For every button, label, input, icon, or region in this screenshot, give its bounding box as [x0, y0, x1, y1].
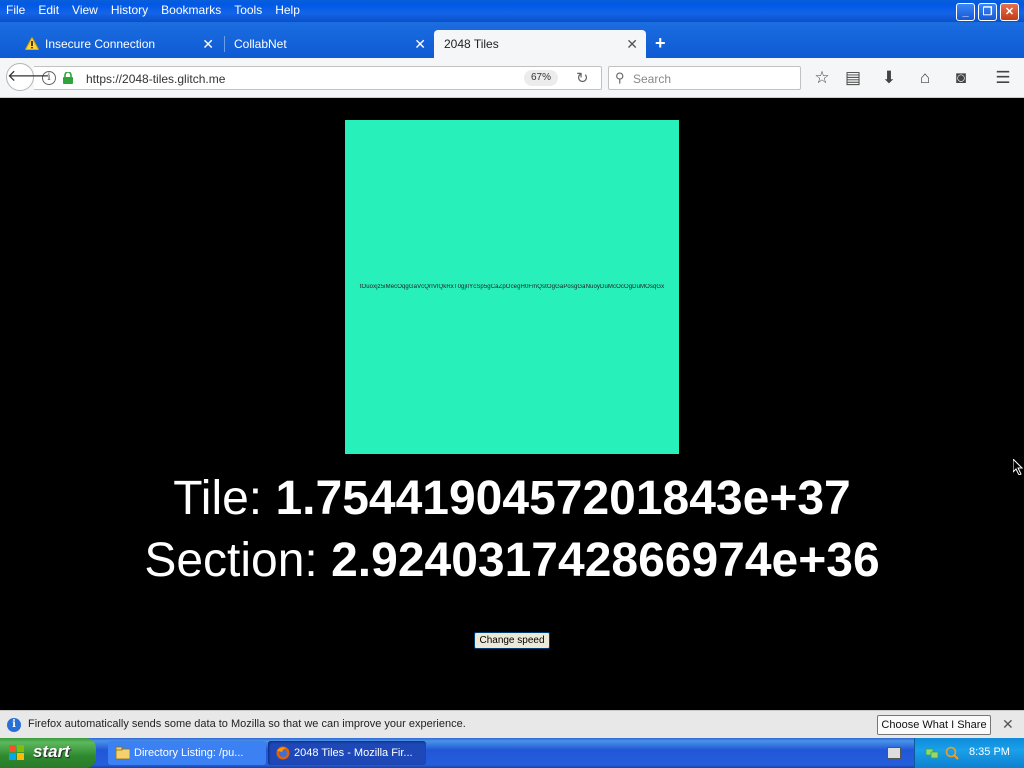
network-icon[interactable]	[925, 746, 939, 760]
tab-label: CollabNet	[234, 37, 287, 51]
tab-label: Insecure Connection	[45, 37, 156, 51]
firefox-icon	[276, 746, 290, 760]
start-button[interactable]: start	[0, 738, 96, 768]
section-count-line: Section: 2.924031742866974e+36	[0, 532, 1024, 590]
system-tray: 8:35 PM	[914, 738, 1024, 768]
task-label: Directory Listing: /pu...	[134, 747, 244, 759]
close-tab-icon[interactable]: ✕	[414, 30, 426, 58]
reading-list-icon[interactable]: ▤	[842, 68, 864, 88]
page-content: tOuoxjz5iMecOqgGaVcQrIVlQkRxT0gjlIYcSp5g…	[0, 99, 1024, 710]
taskbar: start Directory Listing: /pu... 2048 Til…	[0, 738, 1024, 768]
task-label: 2048 Tiles - Mozilla Fir...	[294, 747, 413, 759]
security-alert-icon[interactable]	[945, 746, 959, 760]
mouse-cursor-icon	[1013, 459, 1023, 475]
taskbar-item-directory-listing[interactable]: Directory Listing: /pu...	[108, 741, 266, 765]
tab-insecure-connection[interactable]: Insecure Connection ✕	[16, 30, 222, 58]
minimize-button[interactable]: _	[956, 3, 975, 21]
close-tab-icon[interactable]: ✕	[202, 30, 214, 58]
search-placeholder: Search	[633, 72, 672, 86]
reload-icon[interactable]: ↻	[576, 69, 589, 87]
notification-text: Firefox automatically sends some data to…	[28, 718, 466, 730]
tab-2048-tiles[interactable]: 2048 Tiles ✕	[434, 30, 646, 58]
section-value: 2.924031742866974e+36	[331, 534, 880, 587]
close-notification-icon[interactable]: ✕	[1002, 716, 1014, 733]
lock-icon	[63, 72, 73, 84]
choose-what-i-share-button[interactable]: Choose What I Share	[877, 715, 991, 735]
plus-icon: +	[655, 33, 666, 53]
bookmark-star-icon[interactable]: ☆	[811, 68, 833, 88]
close-tab-icon[interactable]: ✕	[626, 30, 638, 58]
notification-bar: i Firefox automatically sends some data …	[0, 710, 1024, 738]
tab-bar: Insecure Connection ✕ CollabNet ✕ 2048 T…	[0, 22, 1024, 58]
zoom-indicator[interactable]: 67%	[524, 70, 558, 86]
url-text[interactable]: https://2048-tiles.glitch.me	[86, 72, 225, 86]
tile-label: Tile:	[173, 472, 276, 525]
tab-label: 2048 Tiles	[444, 37, 499, 51]
navigation-bar: i https://2048-tiles.glitch.me 67% ↻ 🡐 ⚲…	[0, 58, 1024, 98]
menu-view[interactable]: View	[72, 3, 98, 17]
back-arrow-icon: 🡐	[7, 68, 50, 85]
minimize-icon: _	[962, 6, 969, 18]
url-bar[interactable]: i https://2048-tiles.glitch.me 67% ↻	[34, 66, 602, 90]
taskbar-item-firefox[interactable]: 2048 Tiles - Mozilla Fir...	[268, 741, 426, 765]
close-window-button[interactable]: ✕	[1000, 3, 1019, 21]
menu-tools[interactable]: Tools	[234, 3, 262, 17]
search-icon: ⚲	[615, 70, 625, 85]
tile-square: tOuoxjz5iMecOqgGaVcQrIVlQkRxT0gjlIYcSp5g…	[345, 120, 679, 454]
restore-icon: ❐	[982, 6, 993, 18]
hamburger-menu-icon[interactable]: ☰	[992, 68, 1014, 88]
search-input[interactable]: ⚲ Search	[608, 66, 801, 90]
menu-history[interactable]: History	[111, 3, 148, 17]
home-icon[interactable]: ⌂	[914, 68, 936, 88]
folder-icon	[116, 746, 130, 760]
back-button[interactable]: 🡐	[6, 63, 50, 91]
keyboard-icon[interactable]	[887, 747, 901, 759]
tile-count-line: Tile: 1.7544190457201843e+37	[0, 470, 1024, 528]
menu-edit[interactable]: Edit	[38, 3, 59, 17]
windows-logo-icon	[9, 745, 24, 760]
clock: 8:35 PM	[969, 746, 1010, 758]
downloads-icon[interactable]: ⬇	[878, 68, 900, 88]
restore-button[interactable]: ❐	[978, 3, 997, 21]
title-menu-bar: File Edit View History Bookmarks Tools H…	[0, 0, 1024, 22]
menu-bar: File Edit View History Bookmarks Tools H…	[6, 3, 313, 17]
tile-value: 1.7544190457201843e+37	[275, 472, 851, 525]
menu-file[interactable]: File	[6, 3, 25, 17]
tab-collabnet[interactable]: CollabNet ✕	[224, 30, 434, 58]
new-tab-button[interactable]: +	[655, 33, 666, 54]
change-speed-button[interactable]: Change speed	[474, 632, 550, 649]
tile-text: tOuoxjz5iMecOqgGaVcQrIVlQkRxT0gjlIYcSp5g…	[359, 284, 665, 290]
menu-help[interactable]: Help	[275, 3, 300, 17]
info-icon: i	[7, 718, 21, 732]
start-label: start	[33, 742, 70, 761]
close-icon: ✕	[1004, 6, 1015, 18]
section-label: Section:	[144, 534, 332, 587]
menu-bookmarks[interactable]: Bookmarks	[161, 3, 221, 17]
pocket-icon[interactable]: ◙	[950, 68, 972, 88]
warning-icon	[25, 37, 39, 50]
